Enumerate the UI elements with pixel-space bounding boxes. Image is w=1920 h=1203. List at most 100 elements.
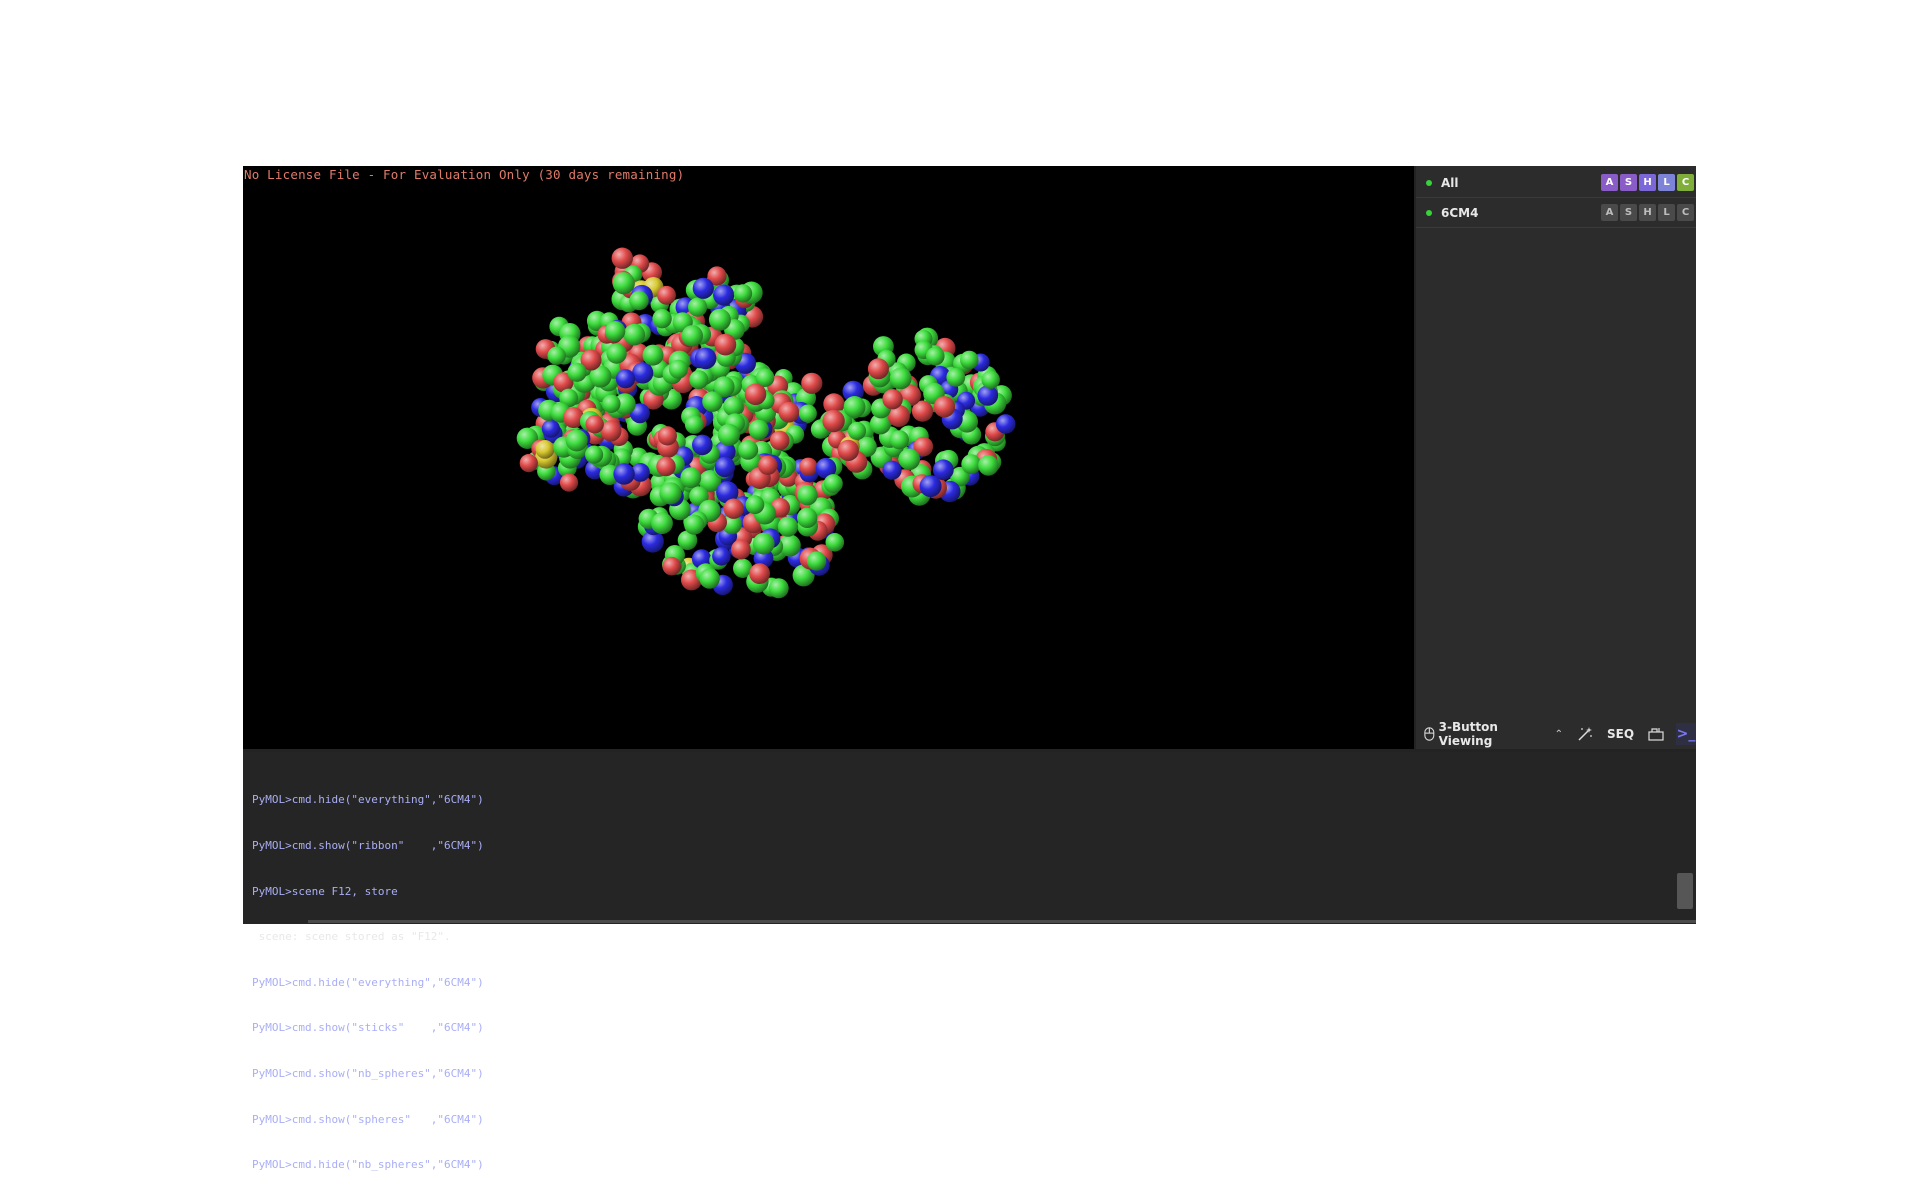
console-line: PyMOL>cmd.show("sticks" ,"6CM4")	[252, 1021, 484, 1035]
bottom-toolbar: 3-Button Viewing ⌃ SEQ >_	[1416, 719, 1696, 749]
chevron-up-icon: ⌃	[1554, 728, 1564, 740]
atom-sphere	[547, 346, 566, 365]
atom-sphere	[651, 512, 673, 535]
atom-sphere	[656, 456, 676, 477]
label-button[interactable]: L	[1658, 174, 1675, 191]
atom-sphere	[567, 362, 587, 382]
console-line: PyMOL>cmd.show("nb_spheres","6CM4")	[252, 1067, 484, 1081]
atom-sphere	[823, 474, 843, 494]
atom-sphere	[889, 430, 910, 450]
atom-sphere	[847, 421, 867, 440]
object-name[interactable]: All	[1441, 176, 1601, 190]
atom-sphere	[882, 460, 902, 480]
atom-sphere	[778, 401, 800, 423]
atom-sphere	[714, 456, 735, 478]
atom-sphere	[797, 507, 818, 528]
builder-button[interactable]	[1648, 727, 1664, 741]
atom-sphere	[749, 563, 770, 584]
object-row-6cm4[interactable]: 6CM4 A S H L C	[1416, 198, 1696, 228]
console-scrollbar-thumb[interactable]	[1677, 873, 1693, 909]
atom-sphere	[613, 463, 635, 485]
atom-sphere	[632, 362, 654, 384]
atom-sphere	[744, 383, 767, 406]
atom-sphere	[688, 297, 708, 317]
atom-sphere	[565, 429, 588, 452]
atom-sphere	[769, 430, 790, 451]
license-warning: No License File - For Evaluation Only (3…	[244, 167, 685, 182]
atom-sphere	[723, 396, 744, 417]
atom-sphere	[657, 426, 677, 446]
atom-sphere	[535, 440, 555, 459]
atom-sphere	[604, 321, 626, 342]
show-button[interactable]: S	[1620, 174, 1637, 191]
atom-sphere	[585, 415, 604, 434]
sequence-button[interactable]: SEQ	[1607, 727, 1634, 741]
label-button[interactable]: L	[1658, 204, 1675, 221]
action-button[interactable]: A	[1601, 174, 1618, 191]
atom-sphere	[606, 343, 627, 364]
console-line: PyMOL>cmd.show("ribbon" ,"6CM4")	[252, 839, 484, 853]
atom-sphere	[615, 369, 636, 389]
atom-sphere	[799, 457, 818, 476]
atom-sphere	[699, 568, 720, 589]
atom-sphere	[559, 473, 579, 492]
atom-sphere	[713, 284, 735, 306]
terminal-icon: >_	[1676, 726, 1696, 742]
atom-sphere	[867, 358, 889, 380]
atom-sphere	[692, 277, 714, 299]
color-button[interactable]: C	[1677, 204, 1694, 221]
terminal-button[interactable]: >_	[1676, 723, 1696, 745]
pymol-window: No License File - For Evaluation Only (3…	[243, 166, 1696, 1171]
wizard-button[interactable]	[1577, 726, 1593, 742]
atom-sphere	[843, 396, 866, 418]
atom-sphere	[758, 455, 778, 475]
builder-icon	[1648, 728, 1664, 741]
action-button[interactable]: A	[1601, 204, 1618, 221]
molecular-viewport[interactable]: No License File - For Evaluation Only (3…	[243, 166, 1414, 749]
console-horizontal-scrollbar[interactable]	[308, 920, 1696, 923]
object-name[interactable]: 6CM4	[1441, 206, 1601, 220]
atom-sphere	[961, 454, 982, 475]
mouse-icon	[1424, 727, 1435, 741]
console-line: PyMOL>cmd.hide("nb_spheres","6CM4")	[252, 1158, 484, 1172]
atom-sphere	[681, 325, 703, 347]
atom-sphere	[798, 404, 817, 423]
enabled-indicator[interactable]	[1426, 209, 1432, 216]
atom-sphere	[694, 347, 717, 370]
object-row-all[interactable]: All A S H L C	[1416, 168, 1696, 198]
command-console[interactable]: PyMOL>cmd.hide("everything","6CM4") PyMO…	[243, 752, 1696, 1171]
console-line: PyMOL>cmd.hide("everything","6CM4")	[252, 975, 484, 989]
atom-sphere	[680, 467, 702, 488]
atom-sphere	[926, 346, 945, 366]
enabled-indicator[interactable]	[1426, 179, 1432, 186]
atom-sphere	[717, 423, 740, 446]
atom-sphere	[714, 333, 737, 356]
atom-sphere	[585, 445, 604, 464]
atom-sphere	[731, 539, 751, 560]
atom-sphere	[822, 409, 845, 433]
viewing-mode-selector[interactable]: 3-Button Viewing ⌃	[1424, 720, 1563, 748]
console-line: scene: scene stored as "F12".	[252, 930, 451, 944]
atom-sphere	[960, 350, 979, 370]
atom-sphere	[946, 367, 966, 387]
protein-sphere-render[interactable]	[243, 166, 1414, 749]
console-line: PyMOL>scene F12, store	[252, 884, 398, 898]
atom-sphere	[723, 498, 744, 519]
color-button[interactable]: C	[1677, 174, 1694, 191]
console-line: PyMOL>cmd.hide("everything","6CM4")	[252, 793, 484, 807]
atom-sphere	[659, 482, 682, 505]
wizard-icon	[1578, 727, 1593, 741]
hide-button[interactable]: H	[1639, 174, 1656, 191]
hide-button[interactable]: H	[1639, 204, 1656, 221]
atom-sphere	[919, 475, 942, 498]
show-button[interactable]: S	[1620, 204, 1637, 221]
atom-sphere	[752, 532, 775, 555]
atom-sphere	[668, 359, 688, 379]
atom-sphere	[708, 308, 731, 331]
atom-sphere	[978, 455, 999, 476]
atom-sphere	[657, 285, 676, 305]
atom-sphere	[684, 514, 705, 535]
atom-sphere	[797, 485, 818, 506]
atom-sphere	[602, 394, 621, 413]
atom-sphere	[733, 284, 753, 303]
